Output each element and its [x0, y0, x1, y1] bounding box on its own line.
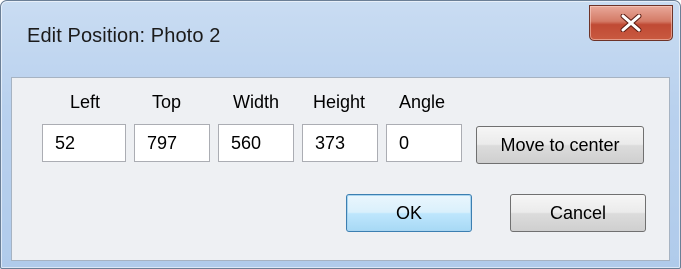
cancel-button[interactable]: Cancel: [510, 194, 646, 232]
height-input[interactable]: 373: [302, 124, 378, 162]
dialog-title: Edit Position: Photo 2: [27, 25, 221, 47]
left-input[interactable]: 52: [42, 124, 126, 162]
top-label: Top: [152, 92, 182, 112]
title-bar[interactable]: Edit Position: Photo 2: [1, 1, 680, 77]
close-button[interactable]: [589, 5, 673, 41]
top-input[interactable]: 797: [134, 124, 210, 162]
ok-button[interactable]: OK: [346, 194, 472, 232]
dialog-body: Left Top Width Height Angle 52 797 560 3…: [11, 77, 670, 261]
angle-input[interactable]: 0: [386, 124, 462, 162]
width-label: Width: [233, 92, 280, 112]
close-icon: [620, 14, 642, 32]
left-label: Left: [70, 92, 101, 112]
width-input[interactable]: 560: [218, 124, 294, 162]
angle-label: Angle: [399, 92, 446, 112]
move-to-center-button[interactable]: Move to center: [476, 126, 644, 164]
height-label: Height: [313, 92, 366, 112]
edit-position-dialog: Edit Position: Photo 2 Left Top Width He…: [0, 0, 681, 269]
